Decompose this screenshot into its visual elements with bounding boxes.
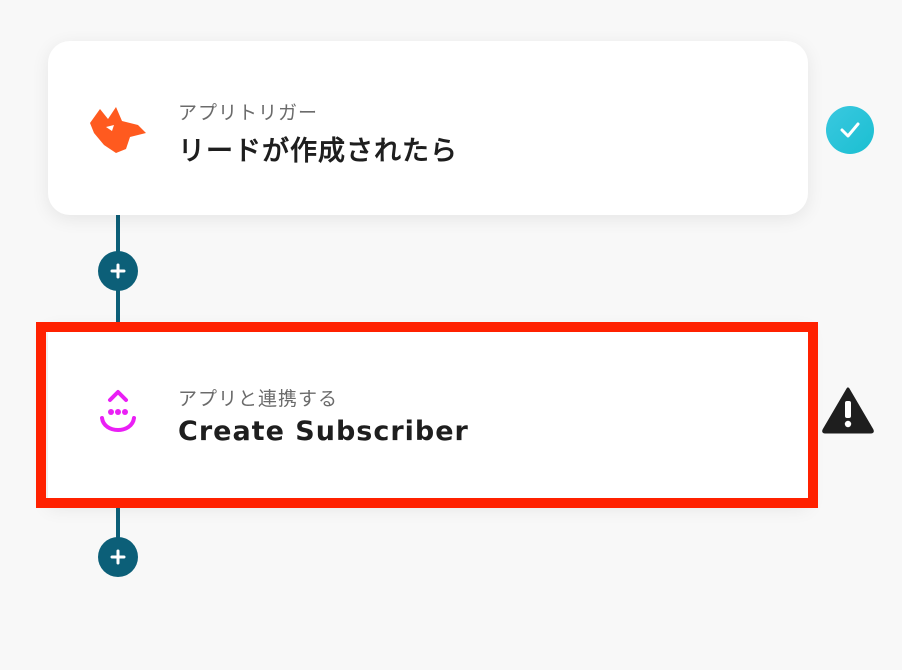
check-circle-icon	[826, 106, 874, 154]
trigger-step-card[interactable]: アプリトリガー リードが作成されたら	[48, 41, 808, 215]
step-title: Create Subscriber	[178, 416, 469, 447]
step-type-label: アプリと連携する	[178, 388, 339, 410]
step-title: リードが作成されたら	[178, 136, 458, 167]
add-step-button[interactable]	[98, 537, 138, 577]
drip-icon	[96, 386, 140, 442]
flow-canvas: アプリトリガー リードが作成されたら アプリと連携する Create Subsc…	[0, 0, 902, 670]
warning-icon	[822, 386, 874, 434]
step-type-label: アプリトリガー	[178, 102, 319, 124]
action-step-card[interactable]: アプリと連携する Create Subscriber	[48, 326, 808, 504]
plus-icon	[110, 549, 126, 565]
plus-icon	[110, 263, 126, 279]
fox-icon	[86, 103, 150, 159]
add-step-button[interactable]	[98, 251, 138, 291]
